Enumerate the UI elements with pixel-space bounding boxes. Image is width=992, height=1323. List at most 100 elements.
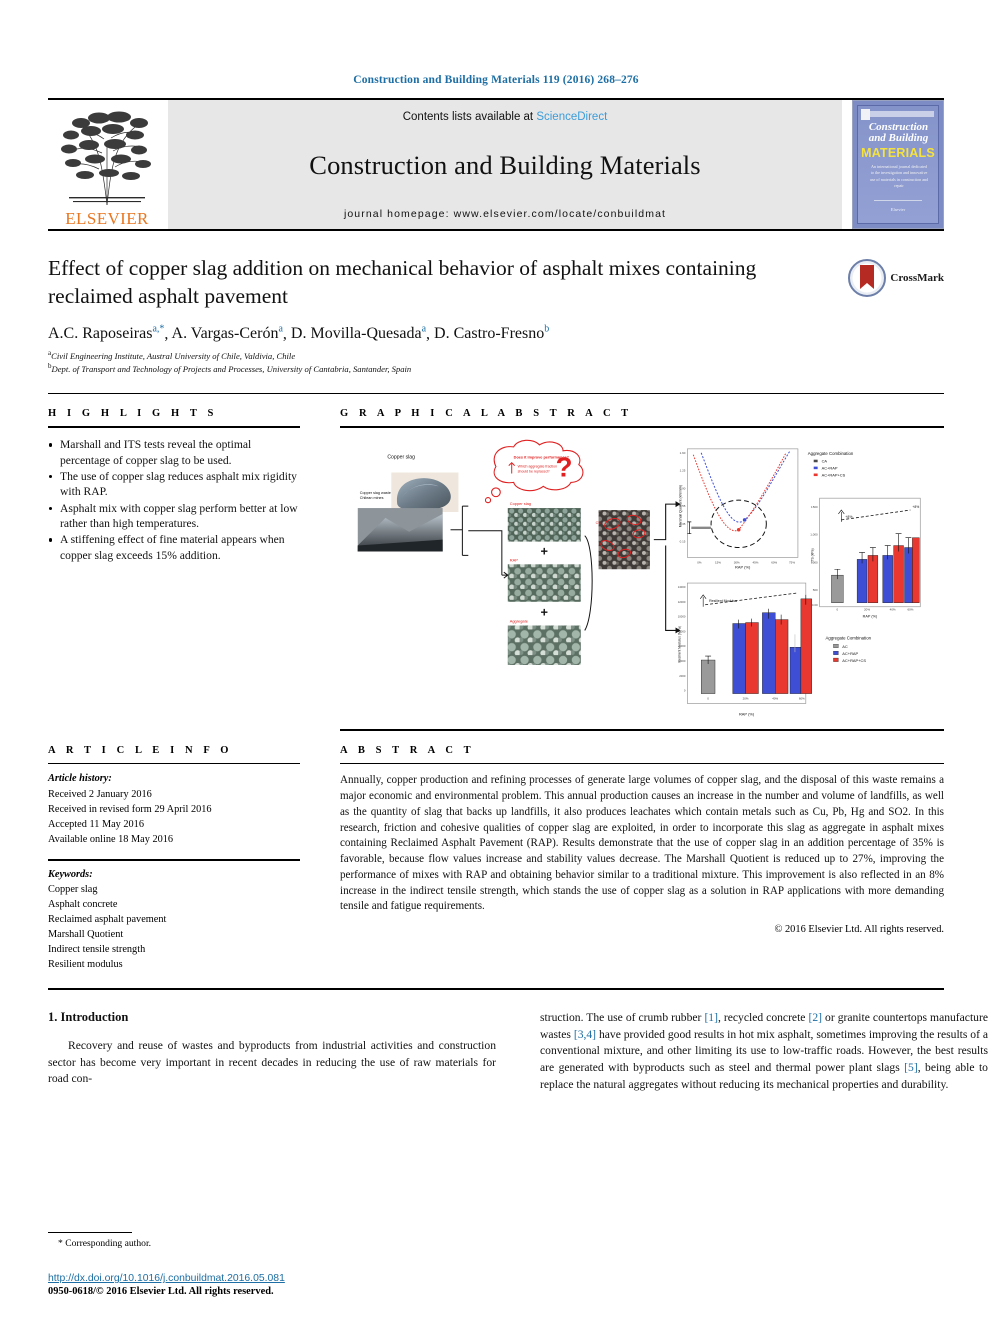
- svg-text:Which aggregate fraction: Which aggregate fraction: [518, 465, 557, 469]
- ga-chart-marshall-quotient: Marshall Quotient (kN/mm) RAP (%) 1.60 1…: [678, 448, 799, 570]
- elsevier-logo: ELSEVIER: [48, 100, 166, 229]
- svg-text:AC+RAP: AC+RAP: [822, 466, 838, 471]
- body-column-right: struction. The use of crumb rubber [1], …: [540, 1010, 988, 1094]
- ga-chart1-legend: Aggregate Combination CA AC+RAP AC+RAP+C…: [808, 451, 854, 478]
- introduction-heading: 1. Introduction: [48, 1009, 129, 1024]
- affiliation-text: Civil Engineering Institute, Austral Uni…: [51, 351, 296, 362]
- sciencedirect-link[interactable]: ScienceDirect: [536, 111, 607, 123]
- ga-tag-rap: RAP: [510, 558, 518, 563]
- title-block: Effect of copper slag addition on mechan…: [48, 255, 944, 395]
- masthead-bottom-rule: [48, 229, 944, 231]
- svg-text:60%: 60%: [799, 697, 805, 701]
- journal-cover-thumbnail[interactable]: Construction and Building MATERIALS An i…: [852, 100, 944, 229]
- copyright-line: © 2016 Elsevier Ltd. All rights reserved…: [774, 924, 945, 936]
- affiliation-text: Dept. of Transport and Technology of Pro…: [51, 364, 412, 375]
- graphical-abstract-section: G R A P H I C A L A B S T R A C T Copper…: [340, 408, 944, 732]
- author-name: A.C. Raposeiras: [48, 325, 153, 343]
- article-history-item: Received in revised form 29 April 2016: [48, 803, 212, 815]
- cover-divider: [874, 200, 922, 201]
- journal-homepage-link[interactable]: journal homepage: www.elsevier.com/locat…: [344, 208, 666, 220]
- article-info-section: A R T I C L E I N F O Article history: R…: [48, 745, 300, 971]
- svg-text:1000: 1000: [811, 561, 818, 565]
- svg-text:0.55: 0.55: [680, 505, 686, 509]
- keyword-item: Copper slag: [48, 883, 98, 895]
- svg-text:AC+RAP+CS: AC+RAP+CS: [842, 658, 866, 663]
- svg-text:6000: 6000: [679, 645, 686, 649]
- svg-text:1.25: 1.25: [680, 469, 686, 473]
- text-run: struction. The use of crumb rubber: [540, 1010, 705, 1024]
- list-item: A stiffening effect of fine material app…: [48, 532, 300, 563]
- list-item: Marshall and ITS tests reveal the optima…: [48, 437, 300, 468]
- author-item: D. Castro-Fresnob: [434, 324, 550, 342]
- graphical-abstract-heading: G R A P H I C A L A B S T R A C T: [340, 408, 633, 420]
- svg-text:30%: 30%: [734, 561, 740, 565]
- ga-chart3-legend: Aggregate Combination AC AC+RAP AC+RAP+C…: [826, 636, 872, 664]
- svg-text:20%: 20%: [743, 697, 749, 701]
- ga-tag-copper-slag: Copper slag: [510, 502, 531, 507]
- journal-masthead: ELSEVIER Contents lists available at Sci…: [48, 98, 944, 229]
- svg-text:40%: 40%: [890, 608, 896, 612]
- author-marks: b: [544, 324, 550, 336]
- author-name: A. Vargas-Cerón: [171, 325, 279, 343]
- ga-chart-indirect-tensile-strength: ITS (kPa) RAP (%) 1500 1,000 1000 500 0.…: [810, 498, 921, 619]
- svg-text:0%: 0%: [697, 561, 702, 565]
- svg-text:0.90: 0.90: [680, 487, 686, 491]
- keywords-list: Keywords: Copper slag Asphalt concrete R…: [48, 867, 300, 972]
- svg-text:4000: 4000: [679, 659, 686, 663]
- citation-link[interactable]: [5]: [904, 1061, 918, 1074]
- svg-text:8000: 8000: [679, 630, 686, 634]
- highlights-rule: [48, 426, 300, 429]
- highlights-list: Marshall and ITS tests reveal the optima…: [48, 437, 300, 562]
- svg-text:60%: 60%: [771, 561, 777, 565]
- svg-text:500: 500: [813, 588, 818, 592]
- svg-text:1500: 1500: [811, 506, 818, 510]
- page-title: Effect of copper slag addition on mechan…: [48, 256, 757, 308]
- ga-question-mark: ?: [556, 452, 573, 483]
- doi-link[interactable]: http://dx.doi.org/10.1016/j.conbuildmat.…: [48, 1273, 548, 1284]
- svg-text:14000: 14000: [678, 585, 686, 589]
- citation-link[interactable]: [2]: [808, 1011, 822, 1024]
- svg-text:1.60: 1.60: [680, 451, 686, 455]
- title-bottom-rule: [48, 393, 944, 395]
- footnote-block: * Corresponding author.: [48, 1232, 496, 1249]
- ga-plus-1: +: [541, 544, 548, 559]
- ga-chart2-annotation: +8%: [845, 515, 853, 519]
- svg-text:CA: CA: [822, 459, 828, 464]
- introduction-paragraph-right: struction. The use of crumb rubber [1], …: [540, 1010, 988, 1094]
- ga-label-slag-source: Copper slag: [387, 455, 415, 461]
- running-head: Construction and Building Materials 119 …: [353, 74, 639, 86]
- corresponding-author-text: Corresponding author.: [65, 1238, 152, 1249]
- ga-tag-aggregate: Aggregate: [510, 619, 529, 624]
- svg-text:1,000: 1,000: [810, 533, 818, 537]
- abstract-paragraph: Annually, copper production and refining…: [340, 774, 944, 913]
- ga-plus-2: +: [541, 605, 548, 620]
- article-history-item: Received 2 January 2016: [48, 788, 152, 800]
- author-list: A.C. Raposeirasa,*, A. Vargas-Ceróna, D.…: [48, 324, 550, 343]
- author-marks: a,*: [152, 324, 165, 336]
- graphical-abstract-rule: [340, 426, 944, 429]
- article-history: Article history: Received 2 January 2016…: [48, 771, 300, 846]
- citation-link[interactable]: [1]: [704, 1011, 718, 1024]
- doi-block: http://dx.doi.org/10.1016/j.conbuildmat.…: [48, 1273, 548, 1297]
- author-item: D. Movilla-Quesadaa: [291, 324, 426, 342]
- keyword-item: Resilient modulus: [48, 958, 123, 970]
- article-first-page: Construction and Building Materials 119 …: [0, 0, 992, 1323]
- footnote-rule: [48, 1232, 132, 1233]
- cover-top-bar: [870, 111, 934, 117]
- crossmark-badge[interactable]: CrossMark: [848, 259, 944, 297]
- svg-text:Aggregate Combination: Aggregate Combination: [826, 636, 872, 641]
- citation-link[interactable]: [3,4]: [574, 1028, 596, 1041]
- crossmark-badge-icon: [848, 259, 887, 297]
- svg-text:0: 0: [684, 689, 686, 693]
- svg-text:0.00: 0.00: [812, 603, 818, 607]
- corresponding-author-mark: *: [58, 1238, 63, 1249]
- ga-chart1-xlabel: RAP (%): [735, 565, 751, 570]
- cover-title-line3: MATERIALS: [861, 146, 935, 160]
- cover-publisher-mark-icon: [861, 109, 870, 120]
- affiliation-list: aCivil Engineering Institute, Austral Un…: [48, 349, 944, 375]
- graphical-abstract-bottom-rule: [340, 729, 944, 732]
- issn-copyright-line: 0950-0618/© 2016 Elsevier Ltd. All right…: [48, 1286, 274, 1297]
- body-column-left: 1. Introduction Recovery and reuse of wa…: [48, 1010, 496, 1094]
- svg-text:2000: 2000: [679, 674, 686, 678]
- article-history-item: Accepted 11 May 2016: [48, 818, 144, 830]
